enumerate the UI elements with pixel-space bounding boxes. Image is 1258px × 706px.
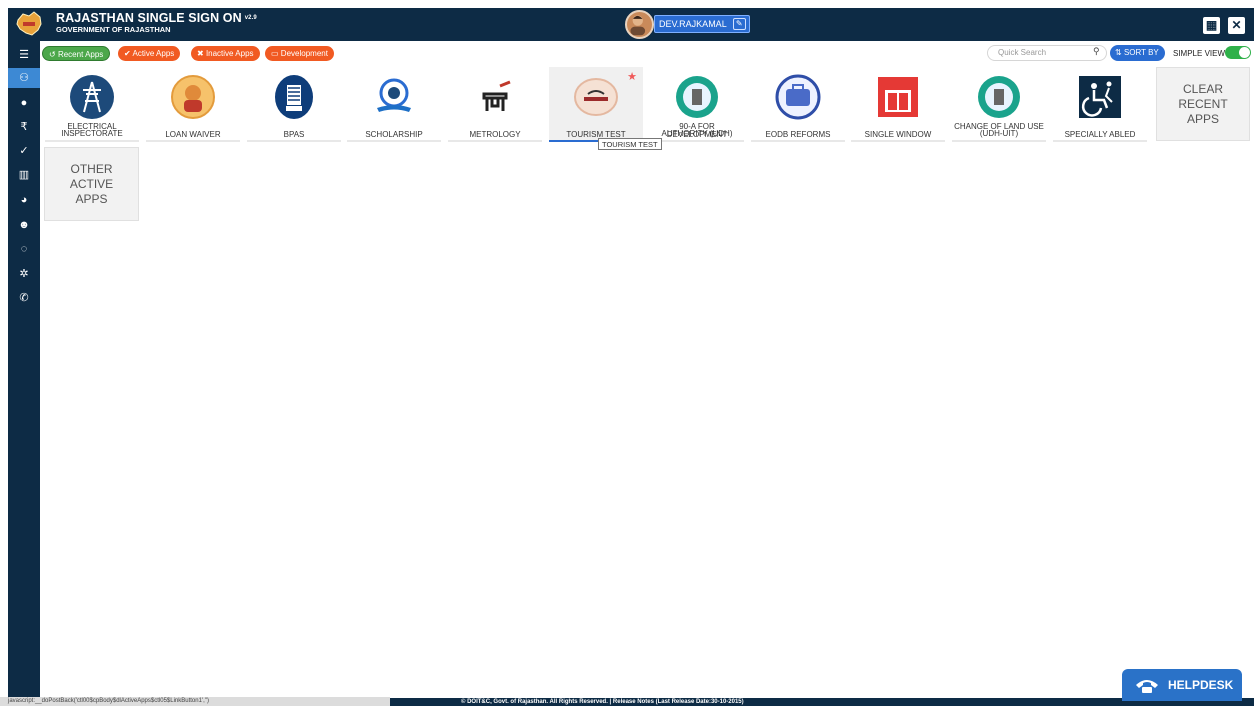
group-icon[interactable]: ☻ [8, 215, 40, 235]
window-edge [0, 0, 8, 706]
monitor-icon: ▭ [271, 49, 279, 58]
app-window: RAJASTHAN SINGLE SIGN ON v2.9 GOVERNMENT … [0, 0, 1258, 706]
tab-label: Inactive Apps [205, 49, 254, 58]
clear-recent-line: APPS [1186, 112, 1219, 126]
search-placeholder: Quick Search [998, 48, 1047, 57]
edit-icon[interactable]: ✎ [732, 18, 746, 30]
helpdesk-phone-icon [1136, 680, 1158, 693]
grid-icon[interactable]: ▦ [1203, 17, 1220, 34]
rupee-icon[interactable]: ₹ [8, 117, 40, 137]
refresh-icon: ↺ [49, 50, 56, 59]
tab-label: Development [280, 49, 328, 58]
app-label: SCHOLARSHIP [365, 130, 423, 139]
users-plus-icon[interactable]: ⚇ [8, 68, 40, 88]
app-tile-eodb-reforms[interactable]: EODB REFORMS [751, 67, 845, 142]
app-tile-change-of-land-use[interactable]: CHANGE OF LAND USE (UDH-UIT) [952, 67, 1046, 142]
check-icon: ✔ [124, 49, 131, 58]
app-tile-scholarship[interactable]: SCHOLARSHIP [347, 67, 441, 142]
app-label: METROLOGY [469, 130, 521, 139]
tab-inactive-apps[interactable]: ✖ Inactive Apps [191, 46, 260, 61]
other-active-line: APPS [75, 192, 108, 206]
search-icon[interactable]: ⚲ [1093, 46, 1100, 57]
close-icon[interactable]: ✕ [1228, 17, 1245, 34]
app-tile-specially-abled[interactable]: SPECIALLY ABLED [1053, 67, 1147, 142]
tab-active-apps[interactable]: ✔ Active Apps [118, 46, 181, 61]
scholarship-emblem-icon [371, 74, 417, 120]
tab-label: Recent Apps [57, 50, 104, 59]
x-icon: ✖ [197, 49, 204, 58]
user-icon[interactable]: ● [8, 93, 40, 113]
other-active-line: ACTIVE [69, 177, 114, 191]
single-window-icon [875, 74, 921, 120]
brand-title: RAJASTHAN SINGLE SIGN ON v2.9 [56, 11, 257, 25]
sort-by-button[interactable]: ⇅ SORT BY [1110, 45, 1165, 61]
sidebar: ☰ ⚇ ● ₹ ✓ ▥ ◕ ☻ ◌ ✲ ✆ [8, 41, 40, 698]
menu-toggle-icon[interactable]: ☰ [8, 45, 40, 65]
pie-chart-icon[interactable]: ◕ [8, 190, 40, 210]
app-tile-bpas[interactable]: BPAS [247, 67, 341, 142]
app-tile-single-window[interactable]: SINGLE WINDOW [851, 67, 945, 142]
sort-label: SORT BY [1123, 48, 1159, 57]
app-label: LOAN WAIVER [165, 130, 221, 139]
eodb-briefcase-icon [775, 74, 821, 120]
gear-icon[interactable]: ✲ [8, 264, 40, 284]
toggle-knob [1239, 47, 1250, 58]
user-name-button[interactable]: DEV.RAJKAMAL ✎ [654, 15, 750, 33]
helpdesk-label: HELPDESK [1168, 678, 1234, 692]
sort-icon: ⇅ [1115, 48, 1122, 57]
avatar-face-icon [630, 15, 646, 36]
check-circle-icon[interactable]: ✓ [8, 141, 40, 161]
app-label: SINGLE WINDOW [864, 130, 932, 139]
search-input[interactable]: Quick Search [987, 45, 1107, 61]
avatar[interactable] [625, 10, 654, 39]
other-active-apps-button[interactable]: OTHER ACTIVE APPS [44, 147, 139, 221]
loan-waiver-logo [170, 74, 216, 120]
other-active-line: OTHER [70, 162, 113, 176]
app-tile-tourism-test[interactable]: ★ TOURISM TEST [549, 67, 643, 142]
tab-development[interactable]: ▭ Development [265, 46, 334, 61]
electrical-tower-icon [69, 74, 115, 120]
brand-subtitle: GOVERNMENT OF RAJASTHAN [56, 25, 171, 34]
favorite-star-icon[interactable]: ★ [627, 70, 637, 83]
land-use-emblem-icon [976, 74, 1022, 120]
app-label-line2: INSPECTORATE [61, 129, 123, 138]
bpas-building-icon [271, 74, 317, 120]
app-tile-metrology[interactable]: METROLOGY [448, 67, 542, 142]
top-header: RAJASTHAN SINGLE SIGN ON v2.9 GOVERNMENT … [8, 8, 1254, 41]
metrology-scale-icon [472, 74, 518, 120]
helpdesk-button[interactable]: HELPDESK [1122, 669, 1242, 701]
bar-chart-icon[interactable]: ▥ [8, 165, 40, 185]
chat-icon[interactable]: ◌ [8, 239, 40, 259]
tooltip: TOURISM TEST [598, 138, 662, 150]
app-label-line2: AUTHORITY (UDH) [661, 129, 733, 138]
brand-version: v2.9 [244, 15, 257, 21]
browser-status-bar: javascript:__doPostBack('ctl00$cpBody$dl… [0, 697, 390, 706]
footer-copyright: © DOIT&C, Govt. of Rajasthan. All Rights… [461, 699, 744, 705]
tab-label: Active Apps [132, 49, 175, 58]
app-label-line2: (UDH-UIT) [979, 129, 1019, 138]
app-tile-90-a-for-development[interactable]: 90-A FOR DEVELOPMENT AUTHORITY (UDH) [650, 67, 744, 142]
toolbar: ↺ Recent Apps ✔ Active Apps ✖ Inactive A… [40, 41, 1254, 65]
udh-emblem-icon [674, 74, 720, 120]
app-tile-electrical[interactable]: ELECTRICAL INSPECTORATE [45, 67, 139, 142]
rajasthan-map-logo[interactable] [14, 10, 44, 38]
specially-abled-icon [1077, 74, 1123, 120]
app-tile-loan-waiver[interactable]: LOAN WAIVER [146, 67, 240, 142]
tab-recent-apps[interactable]: ↺ Recent Apps [42, 46, 111, 61]
phone-icon[interactable]: ✆ [8, 288, 40, 308]
rajasthan-tourism-logo [573, 74, 619, 120]
clear-recent-line: RECENT [1178, 97, 1228, 111]
simple-view-toggle[interactable] [1225, 46, 1251, 59]
clear-recent-line: CLEAR [1182, 82, 1223, 96]
clear-recent-apps-button[interactable]: CLEAR RECENT APPS [1156, 67, 1250, 141]
app-label: BPAS [283, 130, 305, 139]
user-name: DEV.RAJKAMAL [659, 19, 727, 29]
app-label: EODB REFORMS [765, 130, 831, 139]
app-label: SPECIALLY ABLED [1064, 130, 1136, 139]
simple-view-label: SIMPLE VIEW [1173, 49, 1226, 58]
